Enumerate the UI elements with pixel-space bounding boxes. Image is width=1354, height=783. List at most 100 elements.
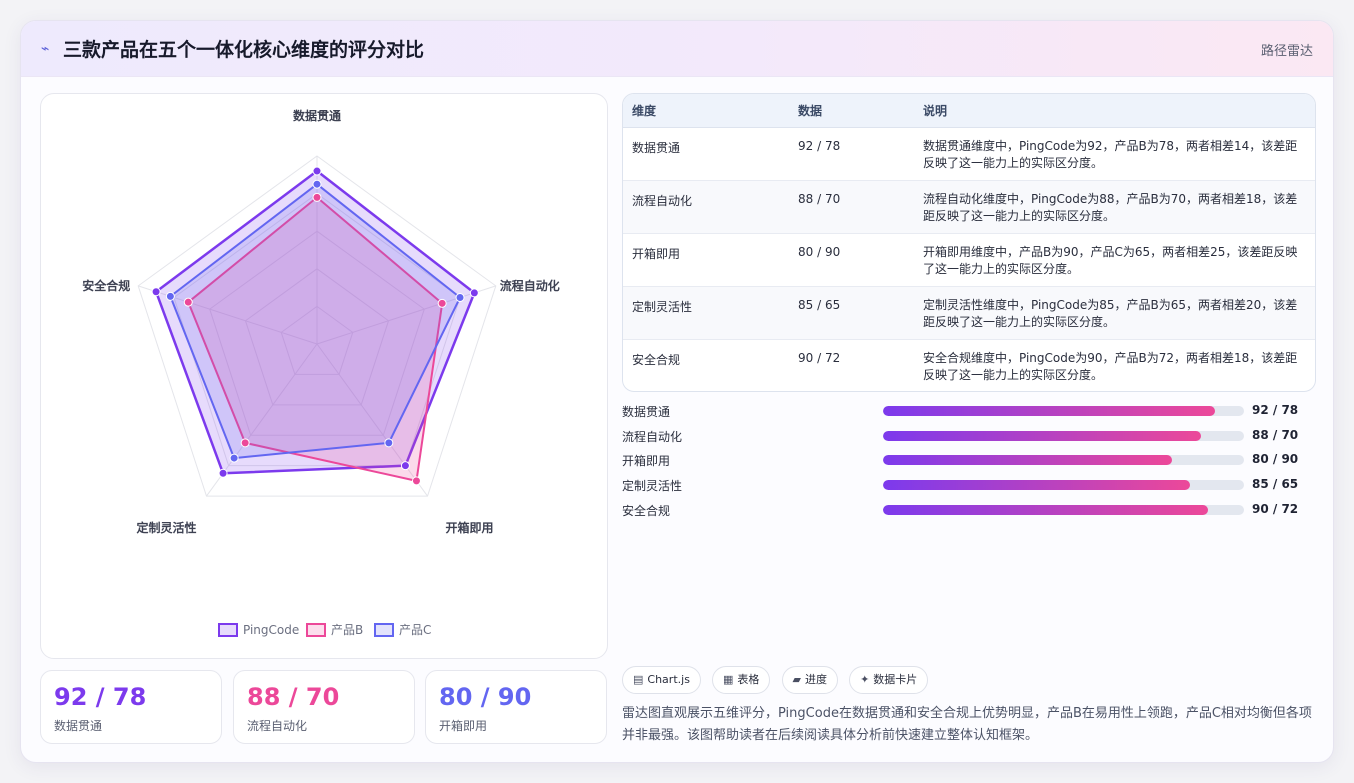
page-title: 三款产品在五个一体化核心维度的评分对比 (63, 39, 425, 61)
table-row: 流程自动化 88 / 70 流程自动化维度中，PingCode为88，产品B为7… (623, 180, 1315, 234)
progress-value: 80 / 90 (1252, 452, 1299, 466)
cell-dimension: 安全合规 (632, 352, 681, 367)
column-header: 维度 (623, 94, 789, 128)
radar-data-point (455, 293, 465, 303)
legend-label: PingCode (243, 623, 299, 637)
progress-track (883, 505, 1244, 515)
stat-value: 92 / 78 (54, 683, 147, 711)
radar-data-point (183, 297, 193, 307)
legend-label: 产品C (399, 623, 431, 637)
legend-swatch (374, 623, 394, 637)
radar-data-point (218, 468, 228, 478)
cell-dimension: 定制灵活性 (623, 286, 789, 340)
radar-data-point (400, 461, 410, 471)
legend-swatch (218, 623, 238, 637)
progress-value: 88 / 70 (1252, 428, 1299, 442)
header-tag: 路径雷达 (1260, 44, 1313, 59)
chip-progress[interactable]: ▰ 进度 (781, 666, 838, 694)
stat-label: 数据贯通 (54, 719, 103, 733)
chip-label: 进度 (804, 673, 827, 686)
stat-label: 开箱即用 (439, 719, 488, 733)
pulse-icon: ⌁ (41, 41, 50, 57)
cell-description: 数据贯通维度中，PingCode为92，产品B为78，两者相差14，该差距反映了… (914, 127, 1315, 181)
comparison-card: ⌁ 三款产品在五个一体化核心维度的评分对比 路径雷达 数据贯通 流程自动化 开箱即用… (20, 20, 1334, 763)
stat-card: 80 / 90 开箱即用 (425, 670, 607, 744)
radar-data-point (151, 287, 161, 297)
chip-data-card[interactable]: ✦ 数据卡片 (849, 666, 929, 694)
progress-track (883, 455, 1244, 465)
data-table: 维度 数据 说明 数据贯通 92 / 78 数据贯通维度中，PingCode为9… (622, 93, 1316, 392)
radar-axis-label: 开箱即用 (445, 520, 493, 535)
progress-fill (883, 480, 1190, 490)
chip-table[interactable]: ▦ 表格 (712, 666, 771, 694)
stat-label: 流程自动化 (247, 719, 308, 733)
stat-value: 88 / 70 (247, 683, 340, 711)
progress-value: 90 / 72 (1252, 502, 1299, 516)
stat-card: 92 / 78 数据贯通 (40, 670, 222, 744)
radar-chart: 数据贯通流程自动化开箱即用 定制灵活性 安全合规 PingCode 产品B 产品C (82, 108, 560, 637)
progress-fill (883, 431, 1201, 441)
progress-label: 开箱即用 (622, 454, 671, 468)
column-header: 说明 (914, 94, 1315, 128)
progress-icon: ▰ (792, 673, 801, 686)
radar-data-point (229, 453, 239, 463)
cell-description: 安全合规维度中，PingCode为90，产品B为72，两者相差18，该差距反映了… (923, 350, 1298, 382)
progress-fill (883, 406, 1216, 416)
radar-data-point (165, 291, 175, 301)
cell-dimension: 流程自动化 (623, 180, 789, 234)
tech-chips: ▤ Chart.js ▦ 表格 ▰ 进度 ✦ 数据卡片 (622, 666, 934, 694)
legend-swatch (306, 623, 326, 637)
radar-data-point (384, 438, 394, 448)
card-header: ⌁ 三款产品在五个一体化核心维度的评分对比 路径雷达 (21, 21, 1333, 77)
progress-label: 数据贯通 (622, 405, 671, 419)
progress-track (883, 431, 1244, 441)
cell-dimension: 数据贯通 (623, 127, 789, 181)
radar-data-point (312, 166, 322, 176)
radar-data-point (437, 298, 447, 308)
progress-value: 92 / 78 (1252, 403, 1299, 417)
radar-data-point (240, 438, 250, 448)
cell-data: 88 / 70 (789, 180, 914, 234)
chip-label: Chart.js (647, 673, 690, 686)
progress-fill (883, 455, 1172, 465)
radar-data-point (312, 192, 322, 202)
chart-icon: ▤ (633, 673, 644, 686)
radar-data-point (469, 288, 479, 298)
table-row: 定制灵活性 85 / 65 定制灵活性维度中，PingCode为85，产品B为6… (623, 286, 1315, 340)
table-header-row: 维度 数据 说明 (623, 94, 1315, 128)
table-row: 数据贯通 92 / 78 数据贯通维度中，PingCode为92，产品B为78，… (623, 127, 1315, 181)
radar-chart-panel: 数据贯通流程自动化开箱即用 定制灵活性 安全合规 PingCode 产品B 产品C (40, 93, 608, 659)
progress-row: 数据贯通 92 / 78 (622, 401, 1322, 421)
cell-data: 90 / 72 (798, 350, 841, 365)
cell-data: 92 / 78 (789, 127, 914, 181)
radar-data-point (312, 179, 322, 189)
progress-row: 安全合规 90 / 72 (622, 500, 1322, 520)
table-icon: ▦ (723, 673, 734, 686)
table-row: 开箱即用 80 / 90 开箱即用维度中，产品B为90，产品C为65，两者相差2… (623, 233, 1315, 287)
table-row: 安全合规 90 / 72 安全合规维度中，PingCode为90，产品B为72，… (623, 339, 1315, 391)
progress-fill (883, 505, 1208, 515)
progress-label: 安全合规 (622, 504, 671, 518)
cell-description: 流程自动化维度中，PingCode为88，产品B为70，两者相差18，该差距反映… (914, 180, 1315, 234)
progress-row: 定制灵活性 85 / 65 (622, 475, 1322, 495)
cell-description: 定制灵活性维度中，PingCode为85，产品B为65，两者相差20，该差距反映… (914, 286, 1315, 340)
sparkle-icon: ✦ (860, 673, 870, 686)
chip-chartjs[interactable]: ▤ Chart.js (622, 666, 701, 694)
progress-row: 流程自动化 88 / 70 (622, 426, 1322, 446)
cell-data: 80 / 90 (789, 233, 914, 287)
legend-label: 产品B (331, 623, 363, 637)
progress-value: 85 / 65 (1252, 477, 1299, 491)
stat-card: 88 / 70 流程自动化 (233, 670, 415, 744)
radar-axis-label: 定制灵活性 (136, 520, 196, 535)
radar-axis-label: 流程自动化 (500, 278, 560, 293)
cell-data: 85 / 65 (789, 286, 914, 340)
radar-data-point (411, 476, 421, 486)
summary-note: 雷达图直观展示五维评分，PingCode在数据贯通和安全合规上优势明显，产品B在… (622, 706, 1312, 743)
radar-axis-label: 安全合规 (82, 278, 130, 293)
stat-value: 80 / 90 (439, 683, 532, 711)
progress-row: 开箱即用 80 / 90 (622, 450, 1322, 470)
radar-axis-label: 数据贯通 (293, 108, 341, 123)
progress-label: 流程自动化 (622, 430, 683, 444)
cell-dimension: 开箱即用 (623, 233, 789, 287)
progress-track (883, 406, 1244, 416)
